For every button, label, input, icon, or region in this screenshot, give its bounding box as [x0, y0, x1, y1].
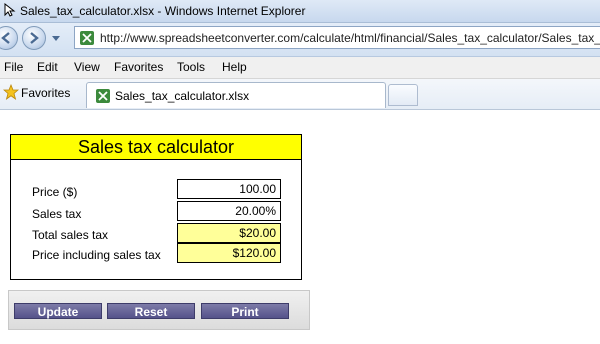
tab-label: Sales_tax_calculator.xlsx	[115, 89, 250, 103]
favorites-label: Favorites	[21, 86, 71, 100]
reset-button[interactable]: Reset	[107, 303, 195, 319]
menu-view[interactable]: View	[74, 60, 100, 74]
window-title-bar: Sales_tax_calculator.xlsx - Windows Inte…	[0, 0, 600, 23]
window-title: Sales_tax_calculator.xlsx - Windows Inte…	[20, 4, 306, 18]
address-field[interactable]: http://www.spreadsheetconverter.com/calc…	[74, 26, 600, 49]
price-incl-tax-label: Price including sales tax	[32, 248, 161, 262]
forward-button[interactable]	[22, 26, 46, 50]
sales-tax-calculator: Sales tax calculator Price ($) 100.00 Sa…	[10, 134, 302, 280]
price-incl-tax-output: $120.00	[177, 243, 281, 263]
action-buttons-panel: Update Reset Print	[8, 290, 310, 330]
navigation-bar: http://www.spreadsheetconverter.com/calc…	[0, 23, 600, 57]
menu-bar: File Edit View Favorites Tools Help	[0, 57, 600, 79]
price-input[interactable]: 100.00	[177, 179, 281, 199]
menu-edit[interactable]: Edit	[37, 60, 58, 74]
print-button[interactable]: Print	[201, 303, 289, 319]
back-arrow-icon	[1, 32, 10, 44]
total-sales-tax-output: $20.00	[177, 223, 281, 243]
calculator-title: Sales tax calculator	[11, 135, 301, 160]
star-icon	[3, 84, 19, 100]
sales-tax-label: Sales tax	[32, 207, 82, 221]
menu-help[interactable]: Help	[222, 60, 247, 74]
menu-favorites[interactable]: Favorites	[114, 60, 163, 74]
favorites-tab-bar: Favorites Sales_tax_calculator.xlsx	[0, 79, 600, 110]
excel-tab-icon	[96, 89, 110, 103]
excel-page-icon	[80, 31, 94, 45]
menu-file[interactable]: File	[4, 60, 23, 74]
tab-sales-tax-calculator[interactable]: Sales_tax_calculator.xlsx	[86, 82, 386, 108]
sales-tax-input[interactable]: 20.00%	[177, 201, 281, 221]
recent-pages-dropdown-icon[interactable]	[52, 34, 60, 42]
update-button[interactable]: Update	[14, 303, 102, 319]
new-tab-button[interactable]	[388, 84, 418, 106]
menu-tools[interactable]: Tools	[177, 60, 205, 74]
url-text: http://www.spreadsheetconverter.com/calc…	[100, 31, 600, 45]
price-label: Price ($)	[32, 185, 78, 199]
back-button[interactable]	[0, 26, 18, 50]
ie-app-icon	[4, 3, 16, 17]
total-sales-tax-label: Total sales tax	[32, 228, 109, 242]
forward-arrow-icon	[30, 32, 39, 44]
